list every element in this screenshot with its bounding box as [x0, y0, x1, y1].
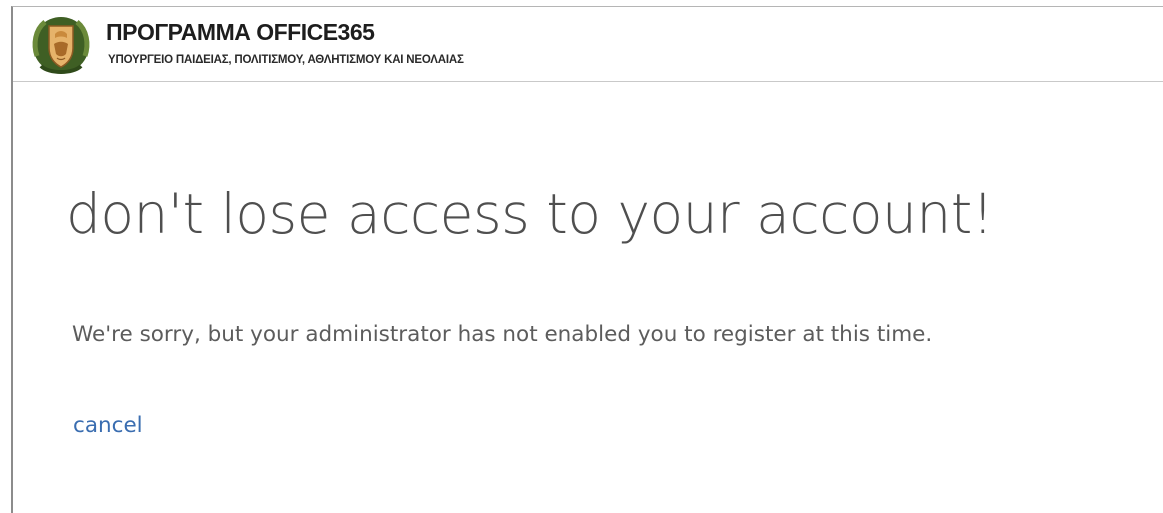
page-headline: don't lose access to your account!	[66, 182, 994, 246]
page-header: ΠΡΟΓΡΑΜΜΑ OFFICE365 ΥΠΟΥΡΓΕΙΟ ΠΑΙΔΕΙΑΣ, …	[13, 7, 1163, 82]
error-message: We're sorry, but your administrator has …	[72, 322, 933, 347]
coat-of-arms-logo-icon	[32, 17, 90, 74]
brand-subtitle: ΥΠΟΥΡΓΕΙΟ ΠΑΙΔΕΙΑΣ, ΠΟΛΙΤΙΣΜΟΥ, ΑΘΛΗΤΙΣΜ…	[108, 54, 464, 66]
page-frame: ΠΡΟΓΡΑΜΜΑ OFFICE365 ΥΠΟΥΡΓΕΙΟ ΠΑΙΔΕΙΑΣ, …	[11, 6, 1163, 513]
brand-title: ΠΡΟΓΡΑΜΜΑ OFFICE365	[106, 19, 375, 45]
cancel-link[interactable]: cancel	[73, 411, 143, 441]
